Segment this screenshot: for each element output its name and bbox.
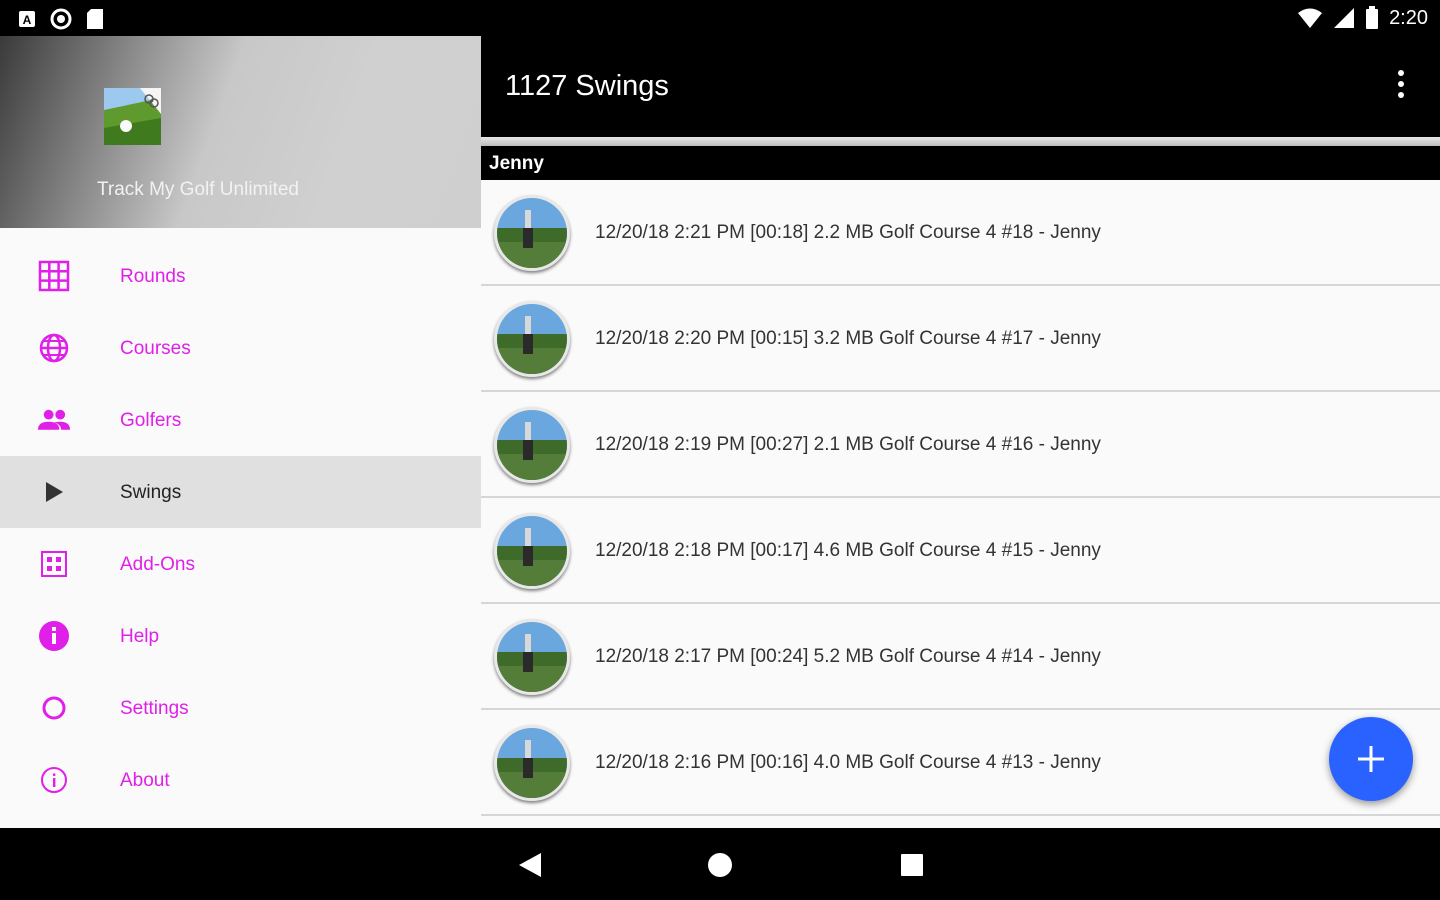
swing-details: 12/20/18 2:17 PM [00:24] 5.2 MB Golf Cou… <box>595 646 1101 667</box>
sd-card-icon <box>87 9 103 29</box>
system-nav-bar <box>0 828 1440 900</box>
swing-thumbnail <box>494 407 570 483</box>
overflow-menu-icon[interactable] <box>1396 70 1406 98</box>
drawer-item-rounds[interactable]: Rounds <box>0 240 481 312</box>
list-item[interactable]: 12/20/18 2:17 PM [00:24] 5.2 MB Golf Cou… <box>481 604 1440 710</box>
drawer-item-help[interactable]: Help <box>0 600 481 672</box>
page-title: 1127 Swings <box>505 70 669 102</box>
swing-thumbnail <box>494 619 570 695</box>
drawer-item-add-ons[interactable]: Add-Ons <box>0 528 481 600</box>
recents-square-icon <box>901 854 923 876</box>
swing-details: 12/20/18 2:16 PM [00:16] 4.0 MB Golf Cou… <box>595 752 1101 773</box>
people-icon <box>38 406 70 434</box>
swing-details: 12/20/18 2:20 PM [00:15] 3.2 MB Golf Cou… <box>595 328 1101 349</box>
drawer-item-golfers[interactable]: Golfers <box>0 384 481 456</box>
drawer-item-label: Rounds <box>120 266 186 287</box>
group-header: Jenny <box>481 146 1440 180</box>
globe-icon <box>38 333 70 363</box>
appbar-divider <box>481 137 1440 146</box>
swing-details: 12/20/18 2:18 PM [00:17] 4.6 MB Golf Cou… <box>595 540 1101 561</box>
plus-icon <box>1358 746 1384 772</box>
ring-icon <box>38 694 70 722</box>
swing-thumbnail <box>494 725 570 801</box>
battery-icon <box>1366 6 1379 29</box>
drawer-item-label: Golfers <box>120 410 182 431</box>
back-triangle-icon <box>519 853 541 877</box>
info-filled-icon <box>38 621 70 651</box>
navigation-drawer: Track My Golf Unlimited Rounds Courses G… <box>0 36 481 828</box>
status-bar: A 2:20 <box>0 0 1440 36</box>
drawer-item-label: Courses <box>120 338 191 359</box>
status-time: 2:20 <box>1389 6 1428 29</box>
drawer-app-title: Track My Golf Unlimited <box>97 179 299 200</box>
swing-details: 12/20/18 2:21 PM [00:18] 2.2 MB Golf Cou… <box>595 222 1101 243</box>
main-content: 1127 Swings Jenny 12/20/18 2:21 PM [00:1… <box>481 36 1440 828</box>
swing-details: 12/20/18 2:19 PM [00:27] 2.1 MB Golf Cou… <box>595 434 1101 455</box>
signal-icon <box>1334 8 1355 28</box>
list-item[interactable]: 12/20/18 2:19 PM [00:27] 2.1 MB Golf Cou… <box>481 392 1440 498</box>
home-button[interactable] <box>705 850 735 880</box>
info-outline-icon <box>38 766 70 794</box>
list-item[interactable]: 12/20/18 2:16 PM [00:16] 4.0 MB Golf Cou… <box>481 710 1440 816</box>
swing-list: 12/20/18 2:21 PM [00:18] 2.2 MB Golf Cou… <box>481 180 1440 816</box>
back-button[interactable] <box>515 850 545 880</box>
drawer-item-label: Swings <box>120 482 182 503</box>
group-header-label: Jenny <box>489 153 544 174</box>
list-item[interactable]: 12/20/18 2:21 PM [00:18] 2.2 MB Golf Cou… <box>481 180 1440 286</box>
a-icon: A <box>19 11 35 27</box>
app-logo-icon <box>104 88 161 145</box>
drawer-menu: Rounds Courses Golfers Swings Add-Ons He… <box>0 240 481 816</box>
drawer-item-settings[interactable]: Settings <box>0 672 481 744</box>
list-item[interactable]: 12/20/18 2:20 PM [00:15] 3.2 MB Golf Cou… <box>481 286 1440 392</box>
swing-thumbnail <box>494 195 570 271</box>
drawer-item-label: About <box>120 770 170 791</box>
drawer-header: Track My Golf Unlimited <box>0 36 481 228</box>
drawer-item-swings[interactable]: Swings <box>0 456 481 528</box>
drawer-item-courses[interactable]: Courses <box>0 312 481 384</box>
wifi-icon <box>1298 8 1323 28</box>
add-swing-button[interactable] <box>1329 717 1413 801</box>
drawer-item-label: Add-Ons <box>120 554 195 575</box>
drawer-item-about[interactable]: About <box>0 744 481 816</box>
swing-thumbnail <box>494 301 570 377</box>
status-bar-left: A <box>18 8 104 30</box>
status-bar-right: 2:20 <box>1297 6 1428 30</box>
home-circle-icon <box>708 853 732 877</box>
swing-thumbnail <box>494 513 570 589</box>
drawer-item-label: Settings <box>120 698 189 719</box>
drawer-item-label: Help <box>120 626 160 647</box>
play-icon <box>38 478 70 506</box>
app-bar: 1127 Swings <box>481 36 1440 137</box>
apps-icon <box>38 550 70 578</box>
recents-button[interactable] <box>897 850 927 880</box>
grid-icon <box>38 260 70 292</box>
circle-icon <box>50 8 72 30</box>
list-item[interactable]: 12/20/18 2:18 PM [00:17] 4.6 MB Golf Cou… <box>481 498 1440 604</box>
svg-text:A: A <box>23 13 32 27</box>
